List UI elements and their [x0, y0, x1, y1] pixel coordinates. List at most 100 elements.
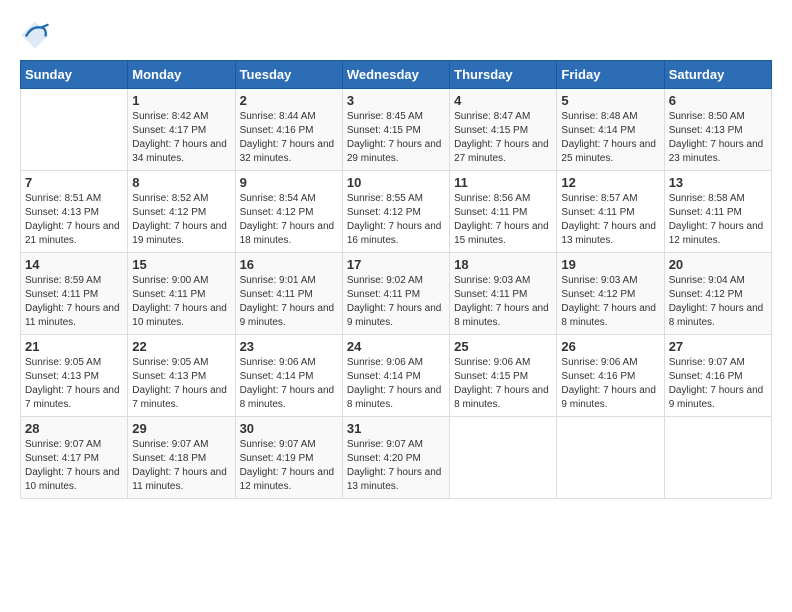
weekday-header-saturday: Saturday — [664, 61, 771, 89]
day-number: 21 — [25, 339, 123, 354]
day-cell: 20 Sunrise: 9:04 AMSunset: 4:12 PMDaylig… — [664, 253, 771, 335]
day-number: 6 — [669, 93, 767, 108]
day-cell — [664, 417, 771, 499]
day-number: 17 — [347, 257, 445, 272]
day-number: 10 — [347, 175, 445, 190]
day-info: Sunrise: 8:54 AMSunset: 4:12 PMDaylight:… — [240, 192, 338, 248]
day-cell: 24 Sunrise: 9:06 AMSunset: 4:14 PMDaylig… — [342, 335, 449, 417]
day-number: 15 — [132, 257, 230, 272]
day-number: 12 — [561, 175, 659, 190]
day-info: Sunrise: 9:07 AMSunset: 4:17 PMDaylight:… — [25, 438, 123, 494]
day-info: Sunrise: 8:42 AMSunset: 4:17 PMDaylight:… — [132, 110, 230, 166]
day-cell: 8 Sunrise: 8:52 AMSunset: 4:12 PMDayligh… — [128, 171, 235, 253]
day-number: 19 — [561, 257, 659, 272]
day-cell: 28 Sunrise: 9:07 AMSunset: 4:17 PMDaylig… — [21, 417, 128, 499]
day-number: 2 — [240, 93, 338, 108]
logo — [20, 20, 52, 50]
day-cell: 13 Sunrise: 8:58 AMSunset: 4:11 PMDaylig… — [664, 171, 771, 253]
day-info: Sunrise: 9:04 AMSunset: 4:12 PMDaylight:… — [669, 274, 767, 330]
day-info: Sunrise: 9:03 AMSunset: 4:12 PMDaylight:… — [561, 274, 659, 330]
calendar-table: SundayMondayTuesdayWednesdayThursdayFrid… — [20, 60, 772, 499]
day-cell: 22 Sunrise: 9:05 AMSunset: 4:13 PMDaylig… — [128, 335, 235, 417]
day-number: 8 — [132, 175, 230, 190]
day-cell: 31 Sunrise: 9:07 AMSunset: 4:20 PMDaylig… — [342, 417, 449, 499]
day-info: Sunrise: 9:03 AMSunset: 4:11 PMDaylight:… — [454, 274, 552, 330]
day-number: 1 — [132, 93, 230, 108]
day-cell: 26 Sunrise: 9:06 AMSunset: 4:16 PMDaylig… — [557, 335, 664, 417]
day-number: 22 — [132, 339, 230, 354]
day-number: 11 — [454, 175, 552, 190]
day-number: 5 — [561, 93, 659, 108]
day-info: Sunrise: 9:05 AMSunset: 4:13 PMDaylight:… — [25, 356, 123, 412]
week-row-3: 14 Sunrise: 8:59 AMSunset: 4:11 PMDaylig… — [21, 253, 772, 335]
day-info: Sunrise: 9:07 AMSunset: 4:20 PMDaylight:… — [347, 438, 445, 494]
day-cell: 9 Sunrise: 8:54 AMSunset: 4:12 PMDayligh… — [235, 171, 342, 253]
day-info: Sunrise: 8:50 AMSunset: 4:13 PMDaylight:… — [669, 110, 767, 166]
day-cell: 6 Sunrise: 8:50 AMSunset: 4:13 PMDayligh… — [664, 89, 771, 171]
day-info: Sunrise: 8:52 AMSunset: 4:12 PMDaylight:… — [132, 192, 230, 248]
day-cell: 21 Sunrise: 9:05 AMSunset: 4:13 PMDaylig… — [21, 335, 128, 417]
day-cell: 12 Sunrise: 8:57 AMSunset: 4:11 PMDaylig… — [557, 171, 664, 253]
day-cell: 3 Sunrise: 8:45 AMSunset: 4:15 PMDayligh… — [342, 89, 449, 171]
day-number: 23 — [240, 339, 338, 354]
day-number: 14 — [25, 257, 123, 272]
day-info: Sunrise: 8:47 AMSunset: 4:15 PMDaylight:… — [454, 110, 552, 166]
weekday-header-thursday: Thursday — [450, 61, 557, 89]
day-info: Sunrise: 8:55 AMSunset: 4:12 PMDaylight:… — [347, 192, 445, 248]
day-info: Sunrise: 8:48 AMSunset: 4:14 PMDaylight:… — [561, 110, 659, 166]
day-number: 9 — [240, 175, 338, 190]
day-info: Sunrise: 8:51 AMSunset: 4:13 PMDaylight:… — [25, 192, 123, 248]
day-cell: 2 Sunrise: 8:44 AMSunset: 4:16 PMDayligh… — [235, 89, 342, 171]
day-info: Sunrise: 9:07 AMSunset: 4:19 PMDaylight:… — [240, 438, 338, 494]
day-info: Sunrise: 9:07 AMSunset: 4:18 PMDaylight:… — [132, 438, 230, 494]
day-cell: 25 Sunrise: 9:06 AMSunset: 4:15 PMDaylig… — [450, 335, 557, 417]
day-cell — [21, 89, 128, 171]
weekday-header-row: SundayMondayTuesdayWednesdayThursdayFrid… — [21, 61, 772, 89]
day-cell: 11 Sunrise: 8:56 AMSunset: 4:11 PMDaylig… — [450, 171, 557, 253]
day-number: 7 — [25, 175, 123, 190]
day-number: 27 — [669, 339, 767, 354]
day-info: Sunrise: 9:00 AMSunset: 4:11 PMDaylight:… — [132, 274, 230, 330]
day-cell — [557, 417, 664, 499]
day-cell: 17 Sunrise: 9:02 AMSunset: 4:11 PMDaylig… — [342, 253, 449, 335]
day-cell: 1 Sunrise: 8:42 AMSunset: 4:17 PMDayligh… — [128, 89, 235, 171]
day-number: 31 — [347, 421, 445, 436]
day-number: 16 — [240, 257, 338, 272]
week-row-2: 7 Sunrise: 8:51 AMSunset: 4:13 PMDayligh… — [21, 171, 772, 253]
day-info: Sunrise: 8:56 AMSunset: 4:11 PMDaylight:… — [454, 192, 552, 248]
page-header — [20, 20, 772, 50]
day-cell: 4 Sunrise: 8:47 AMSunset: 4:15 PMDayligh… — [450, 89, 557, 171]
day-info: Sunrise: 8:44 AMSunset: 4:16 PMDaylight:… — [240, 110, 338, 166]
day-number: 30 — [240, 421, 338, 436]
day-cell: 29 Sunrise: 9:07 AMSunset: 4:18 PMDaylig… — [128, 417, 235, 499]
day-info: Sunrise: 9:05 AMSunset: 4:13 PMDaylight:… — [132, 356, 230, 412]
day-number: 4 — [454, 93, 552, 108]
day-number: 3 — [347, 93, 445, 108]
day-cell: 18 Sunrise: 9:03 AMSunset: 4:11 PMDaylig… — [450, 253, 557, 335]
day-number: 24 — [347, 339, 445, 354]
day-cell — [450, 417, 557, 499]
day-info: Sunrise: 9:06 AMSunset: 4:15 PMDaylight:… — [454, 356, 552, 412]
day-info: Sunrise: 8:45 AMSunset: 4:15 PMDaylight:… — [347, 110, 445, 166]
day-cell: 5 Sunrise: 8:48 AMSunset: 4:14 PMDayligh… — [557, 89, 664, 171]
weekday-header-monday: Monday — [128, 61, 235, 89]
day-info: Sunrise: 8:58 AMSunset: 4:11 PMDaylight:… — [669, 192, 767, 248]
weekday-header-tuesday: Tuesday — [235, 61, 342, 89]
day-cell: 14 Sunrise: 8:59 AMSunset: 4:11 PMDaylig… — [21, 253, 128, 335]
day-number: 29 — [132, 421, 230, 436]
week-row-1: 1 Sunrise: 8:42 AMSunset: 4:17 PMDayligh… — [21, 89, 772, 171]
weekday-header-wednesday: Wednesday — [342, 61, 449, 89]
day-cell: 19 Sunrise: 9:03 AMSunset: 4:12 PMDaylig… — [557, 253, 664, 335]
day-cell: 30 Sunrise: 9:07 AMSunset: 4:19 PMDaylig… — [235, 417, 342, 499]
day-info: Sunrise: 9:06 AMSunset: 4:14 PMDaylight:… — [240, 356, 338, 412]
week-row-4: 21 Sunrise: 9:05 AMSunset: 4:13 PMDaylig… — [21, 335, 772, 417]
weekday-header-sunday: Sunday — [21, 61, 128, 89]
logo-icon — [20, 20, 50, 50]
day-info: Sunrise: 8:57 AMSunset: 4:11 PMDaylight:… — [561, 192, 659, 248]
day-number: 20 — [669, 257, 767, 272]
day-number: 13 — [669, 175, 767, 190]
day-cell: 16 Sunrise: 9:01 AMSunset: 4:11 PMDaylig… — [235, 253, 342, 335]
day-cell: 27 Sunrise: 9:07 AMSunset: 4:16 PMDaylig… — [664, 335, 771, 417]
day-info: Sunrise: 9:06 AMSunset: 4:14 PMDaylight:… — [347, 356, 445, 412]
day-cell: 10 Sunrise: 8:55 AMSunset: 4:12 PMDaylig… — [342, 171, 449, 253]
